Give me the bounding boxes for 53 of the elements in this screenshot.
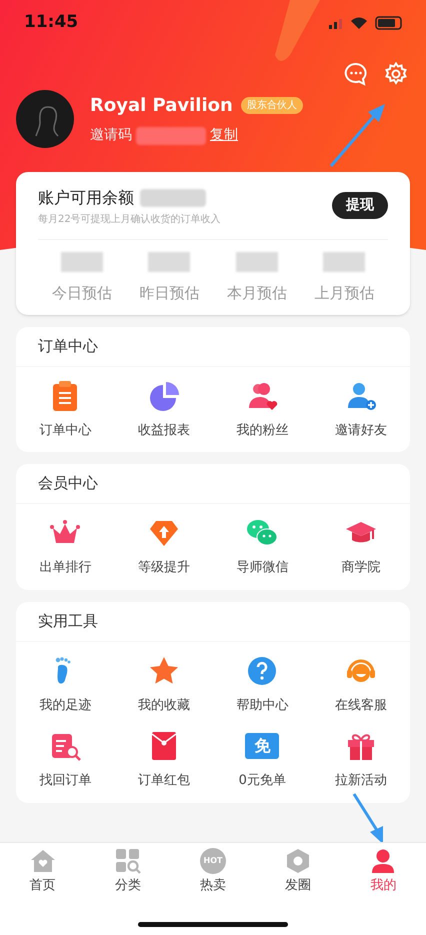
redacted-value <box>148 252 190 272</box>
menu-item[interactable]: 商学院 <box>312 512 410 582</box>
menu-item[interactable]: 我的粉丝 <box>213 374 312 444</box>
withdraw-button[interactable]: 提现 <box>332 192 388 219</box>
menu-item[interactable]: 等级提升 <box>114 512 213 582</box>
menu-item[interactable]: 免 0元免单 <box>213 725 312 794</box>
message-icon[interactable] <box>344 62 368 86</box>
tab[interactable]: 我的 <box>340 848 426 896</box>
redacted-value <box>323 252 366 272</box>
wifi-icon <box>351 17 367 29</box>
settings-icon[interactable] <box>384 62 408 86</box>
section-title: 实用工具 <box>38 610 98 632</box>
star-icon <box>148 654 180 686</box>
menu-item[interactable]: 找回订单 <box>16 725 114 794</box>
menu-item[interactable]: 帮助中心 <box>213 650 312 719</box>
stat-label: 本月预估 <box>226 283 287 304</box>
signal-icon <box>329 17 343 29</box>
stat-label: 上月预估 <box>314 283 374 304</box>
withdraw-note: 每月22号可提现上月确认收货的订单收入 <box>38 212 221 227</box>
menu-item[interactable]: 邀请好友 <box>312 374 410 444</box>
menu-item[interactable]: 导师微信 <box>213 512 312 582</box>
user-name: Royal Pavilion <box>90 94 233 118</box>
menu-item[interactable]: 拉新活动 <box>312 725 410 794</box>
redacted-value <box>236 252 278 272</box>
tab[interactable]: 首页 <box>0 848 86 896</box>
stat-label: 昨日预估 <box>139 283 200 304</box>
menu-item[interactable]: 出单排行 <box>16 512 114 582</box>
avatar <box>16 90 74 148</box>
stat-label: 今日预估 <box>52 283 112 304</box>
balance-title: 账户可用余额 <box>38 187 134 209</box>
section-title: 订单中心 <box>38 336 98 357</box>
redacted-amount <box>140 189 206 207</box>
menu-item[interactable]: 订单中心 <box>16 374 114 444</box>
menu-item[interactable]: 订单红包 <box>114 725 213 794</box>
redacted-value <box>60 252 103 272</box>
tab[interactable]: 分类 <box>85 848 170 896</box>
question-icon <box>246 654 278 686</box>
tab[interactable]: HOT 热卖 <box>170 848 256 896</box>
invite-code-label: 邀请码 <box>90 126 132 145</box>
member-badge: 股东合伙人 <box>240 97 303 114</box>
menu-item[interactable]: 我的收藏 <box>114 650 213 719</box>
arrow-drawing <box>328 102 388 168</box>
ticket-icon: 免 <box>245 733 280 759</box>
pie-chart-icon <box>148 380 180 412</box>
menu-item[interactable]: 我的足迹 <box>16 650 114 719</box>
status-time: 11:45 <box>24 11 78 34</box>
menu-item[interactable]: 收益报表 <box>114 374 213 444</box>
flame-icon: HOT <box>200 848 226 874</box>
menu-item[interactable]: 在线客服 <box>312 650 410 719</box>
tab[interactable]: 发圈 <box>256 848 341 896</box>
redacted-code <box>136 126 206 144</box>
section-title: 会员中心 <box>38 473 98 494</box>
battery-icon <box>375 16 402 30</box>
